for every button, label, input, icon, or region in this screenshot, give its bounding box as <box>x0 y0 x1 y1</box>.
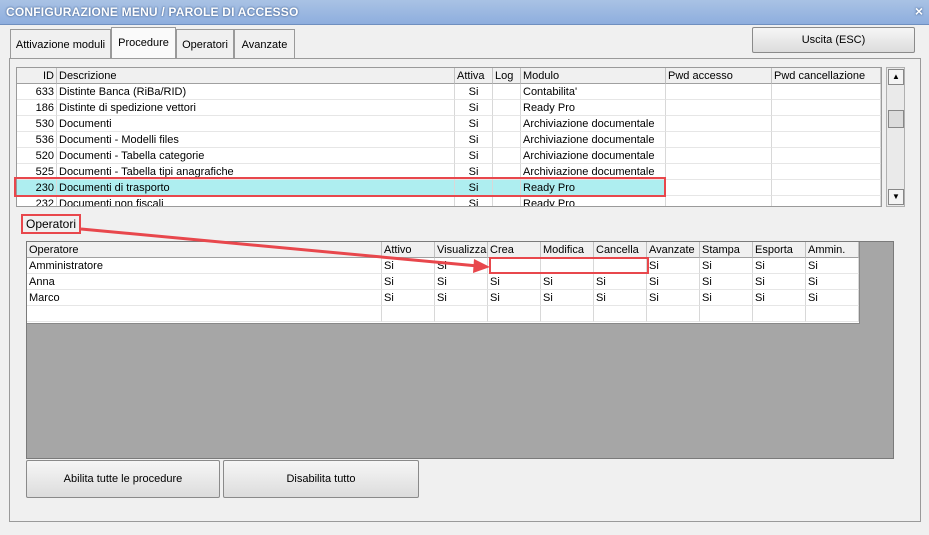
annotation-arrow <box>80 227 490 273</box>
